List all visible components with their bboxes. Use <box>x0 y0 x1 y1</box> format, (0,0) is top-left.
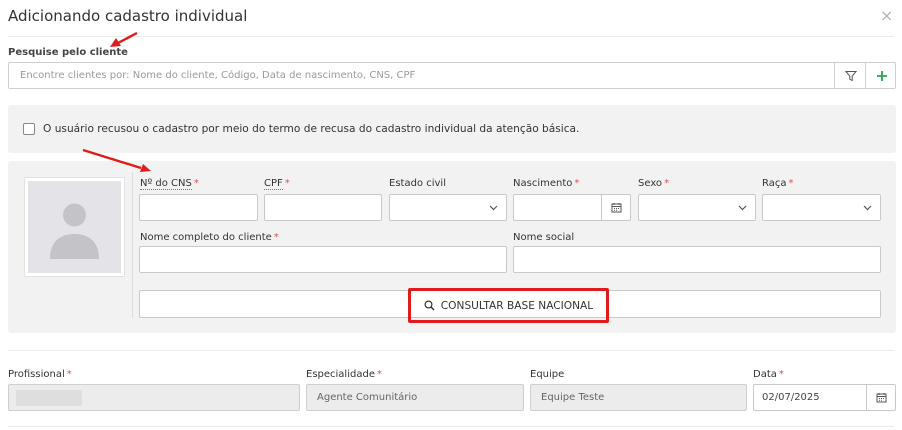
redacted-professional-name <box>16 390 82 406</box>
calendar-icon <box>611 203 621 213</box>
birth-date-input[interactable] <box>513 194 631 221</box>
birth-date-calendar-button[interactable] <box>601 195 630 220</box>
team-label: Equipe <box>530 369 565 380</box>
close-icon[interactable]: × <box>880 6 893 25</box>
team-value: Equipe Teste <box>541 392 605 403</box>
cpf-label: CPF * <box>264 178 290 190</box>
search-input[interactable]: Encontre clientes por: Nome do cliente, … <box>20 70 415 81</box>
filter-icon <box>844 70 857 81</box>
required-mark: * <box>284 178 290 189</box>
chevron-down-icon <box>489 205 498 211</box>
required-mark: * <box>376 369 382 380</box>
professional-label: Profissional * <box>8 369 72 380</box>
social-name-input[interactable] <box>513 246 881 273</box>
team-field: Equipe Teste <box>530 384 747 411</box>
filter-button[interactable] <box>834 62 866 89</box>
client-search[interactable]: Encontre clientes por: Nome do cliente, … <box>8 62 896 89</box>
social-name-label: Nome social <box>513 232 575 243</box>
calendar-icon <box>876 393 886 403</box>
date-value: 02/07/2025 <box>762 392 820 403</box>
photo-divider <box>132 172 133 318</box>
modal-title: Adicionando cadastro individual <box>8 7 248 25</box>
consult-national-base-button[interactable]: CONSULTAR BASE NACIONAL <box>408 288 609 323</box>
header-divider <box>8 36 894 37</box>
refusal-label: O usuário recusou o cadastro por meio do… <box>43 123 580 135</box>
civil-status-select[interactable] <box>389 194 507 221</box>
required-mark: * <box>788 178 794 189</box>
bottom-divider <box>8 426 894 427</box>
sex-select[interactable] <box>638 194 756 221</box>
search-icon <box>424 300 435 311</box>
sex-label: Sexo * <box>638 178 670 189</box>
required-mark: * <box>778 369 784 380</box>
full-name-input[interactable] <box>139 246 507 273</box>
refusal-checkbox[interactable] <box>23 123 35 135</box>
civil-status-label: Estado civil <box>389 178 446 189</box>
chevron-down-icon <box>863 205 872 211</box>
chevron-down-icon <box>738 205 747 211</box>
birth-date-label: Nascimento * <box>513 178 580 189</box>
add-client-button[interactable] <box>865 62 897 89</box>
required-mark: * <box>574 178 580 189</box>
plus-icon <box>876 70 887 81</box>
date-calendar-button[interactable] <box>866 385 895 410</box>
required-mark: * <box>664 178 670 189</box>
required-mark: * <box>66 369 72 380</box>
search-label: Pesquise pelo cliente <box>8 47 128 58</box>
user-avatar-icon <box>50 203 99 259</box>
cns-input[interactable] <box>139 194 258 221</box>
required-mark: * <box>193 178 199 189</box>
footer-divider <box>8 350 894 351</box>
date-label: Data * <box>753 369 784 380</box>
cpf-input[interactable] <box>264 194 382 221</box>
client-photo[interactable] <box>24 177 125 277</box>
full-name-label: Nome completo do cliente * <box>140 232 279 243</box>
race-label: Raça * <box>762 178 794 189</box>
specialty-label: Especialidade * <box>306 369 382 380</box>
cns-label: Nº do CNS * <box>140 178 199 190</box>
specialty-value: Agente Comunitário <box>317 392 418 403</box>
required-mark: * <box>273 232 279 243</box>
date-input[interactable]: 02/07/2025 <box>753 384 896 411</box>
race-select[interactable] <box>762 194 881 221</box>
consult-button-label: CONSULTAR BASE NACIONAL <box>440 299 594 312</box>
specialty-field: Agente Comunitário <box>306 384 524 411</box>
